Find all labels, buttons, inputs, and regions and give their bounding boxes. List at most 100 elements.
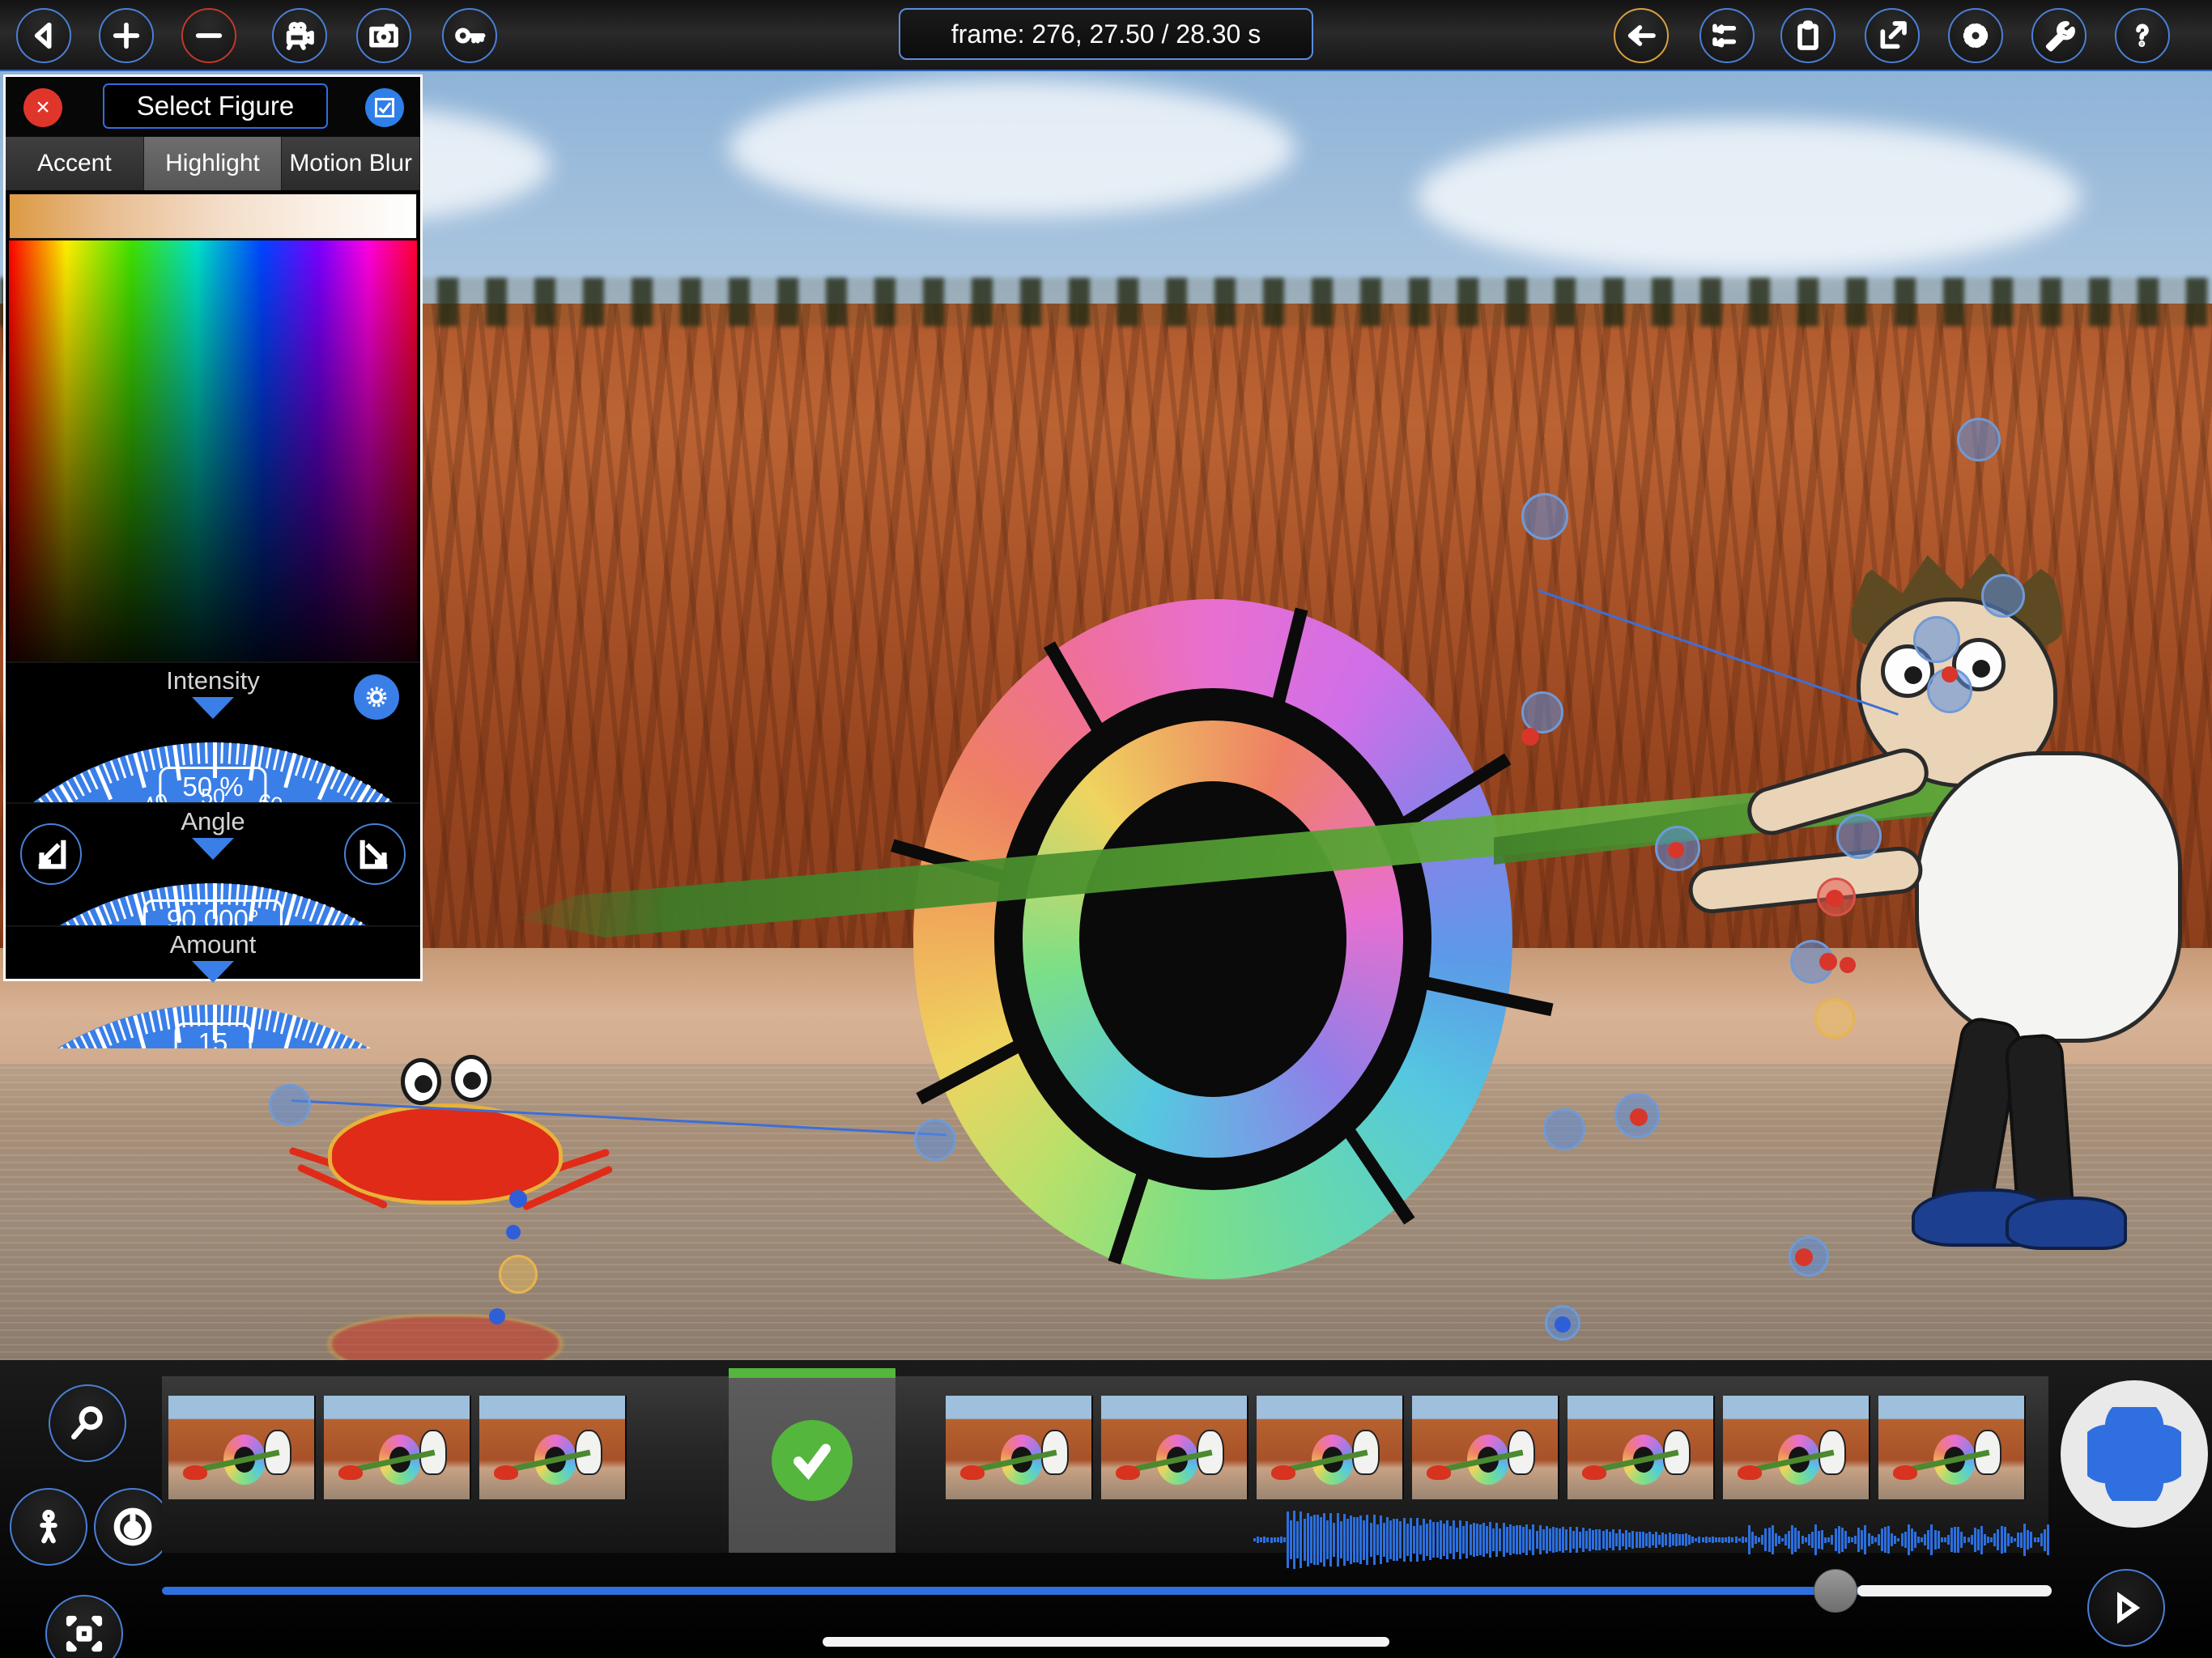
rig-node[interactable]: [1521, 493, 1568, 540]
waveform-bar: [1445, 1520, 1448, 1560]
waveform-bar: [1976, 1529, 1980, 1550]
rig-handle[interactable]: [1630, 1108, 1648, 1126]
amount-value[interactable]: 15: [174, 1022, 252, 1048]
seek-bar-handle[interactable]: [1814, 1569, 1857, 1613]
timeline-thumbnail[interactable]: [1101, 1396, 1249, 1499]
frame-counter[interactable]: frame: 276, 27.50 / 28.30 s: [899, 8, 1313, 60]
waveform-bar: [2043, 1528, 2046, 1551]
intensity-options-button[interactable]: [354, 674, 399, 720]
zoom-tool-button[interactable]: [49, 1384, 126, 1462]
timeline-thumbnail[interactable]: [1568, 1396, 1715, 1499]
timeline-thumbnail[interactable]: [946, 1396, 1093, 1499]
figure-tool-button[interactable]: [10, 1488, 87, 1566]
photo-camera-button[interactable]: [356, 8, 411, 63]
seek-bar[interactable]: [162, 1587, 2048, 1595]
undo-button[interactable]: [1614, 8, 1669, 63]
rig-handle[interactable]: [1795, 1248, 1813, 1266]
settings-button[interactable]: [1948, 8, 2003, 63]
confirm-panel-button[interactable]: [365, 88, 404, 127]
remove-frame-button[interactable]: [181, 8, 236, 63]
tab-motion-blur[interactable]: Motion Blur: [282, 137, 421, 190]
rig-handle[interactable]: [489, 1308, 505, 1324]
timeline-thumbnail[interactable]: [1412, 1396, 1559, 1499]
angle-snap-right-button[interactable]: [344, 823, 406, 885]
resize-tool-button[interactable]: [45, 1595, 123, 1658]
rig-node[interactable]: [1521, 691, 1563, 733]
rig-handle[interactable]: [1942, 666, 1958, 682]
wrench-icon: [2045, 20, 2075, 52]
tab-highlight[interactable]: Highlight: [143, 137, 283, 190]
rig-node[interactable]: [1981, 574, 2025, 618]
waveform-bar: [1306, 1512, 1309, 1567]
waveform-bar: [1721, 1537, 1725, 1543]
rig-node[interactable]: [499, 1255, 538, 1294]
timeline-thumbnail[interactable]: [168, 1396, 316, 1499]
rig-handle[interactable]: [509, 1190, 527, 1208]
rig-node[interactable]: [914, 1119, 956, 1161]
waveform-bar: [1572, 1531, 1575, 1549]
rig-handle[interactable]: [1826, 890, 1844, 908]
rig-node[interactable]: [1913, 616, 1960, 663]
waveform-bar: [1462, 1526, 1465, 1554]
waveform-bar: [1864, 1525, 1867, 1554]
movie-camera-button[interactable]: [272, 8, 327, 63]
audio-waveform[interactable]: [1253, 1507, 2049, 1572]
clipboard-button[interactable]: [1780, 8, 1836, 63]
waveform-bar: [1423, 1518, 1426, 1562]
tools-button[interactable]: [2031, 8, 2087, 63]
angle-value[interactable]: 90.000°: [143, 899, 283, 925]
play-button[interactable]: [2087, 1569, 2165, 1647]
close-panel-button[interactable]: ×: [23, 88, 62, 127]
waveform-bar: [1312, 1515, 1316, 1565]
volume-mix-button[interactable]: [1699, 8, 1755, 63]
character-figure[interactable]: [1686, 549, 2182, 1358]
top-toolbar: frame: 276, 27.50 / 28.30 s: [0, 0, 2212, 71]
rig-handle[interactable]: [1668, 842, 1684, 858]
crab-figure[interactable]: [279, 1039, 636, 1241]
waveform-bar: [1402, 1518, 1406, 1562]
add-button[interactable]: [2061, 1380, 2208, 1528]
rig-node[interactable]: [1543, 1108, 1585, 1150]
waveform-bar: [1648, 1531, 1651, 1549]
rig-handle[interactable]: [1840, 957, 1856, 973]
waveform-bar: [1482, 1522, 1485, 1558]
rig-handle[interactable]: [1555, 1316, 1571, 1333]
knob-dial-icon: [113, 1507, 152, 1546]
waveform-bar: [1625, 1530, 1628, 1550]
rig-handle[interactable]: [1819, 953, 1837, 971]
timeline-thumbnail[interactable]: [1723, 1396, 1870, 1499]
add-frame-button[interactable]: [99, 8, 154, 63]
keyframe-button[interactable]: [442, 8, 497, 63]
timeline-thumbnail[interactable]: [1257, 1396, 1404, 1499]
rig-node[interactable]: [1957, 418, 2001, 461]
question-mark-icon: [2136, 23, 2149, 47]
rig-node[interactable]: [1814, 998, 1855, 1039]
waveform-bar: [2020, 1532, 2023, 1548]
angle-snap-left-button[interactable]: [20, 823, 82, 885]
triangle-left-icon: [34, 22, 52, 49]
rig-handle[interactable]: [1521, 728, 1539, 746]
color-preview-bar[interactable]: [9, 193, 417, 239]
export-button[interactable]: [1865, 8, 1920, 63]
waveform-bar: [1797, 1531, 1801, 1549]
waveform-bar: [1602, 1530, 1605, 1550]
timeline-thumbnail[interactable]: [1878, 1396, 2026, 1499]
panel-title[interactable]: Select Figure: [103, 83, 328, 129]
timeline-thumbnail[interactable]: [324, 1396, 471, 1499]
tab-accent[interactable]: Accent: [6, 137, 144, 190]
play-back-button[interactable]: [16, 8, 71, 63]
intensity-value[interactable]: 50 %: [159, 767, 267, 802]
color-wheel-prop[interactable]: [891, 599, 1554, 1279]
rig-handle[interactable]: [506, 1225, 521, 1239]
waveform-bar: [1674, 1533, 1678, 1546]
frame-confirmed-badge[interactable]: [772, 1420, 853, 1501]
color-picker-field[interactable]: [9, 240, 417, 661]
help-button[interactable]: [2115, 8, 2170, 63]
waveform-bar: [1266, 1537, 1270, 1543]
knob-tool-button[interactable]: [94, 1488, 172, 1566]
rig-node[interactable]: [269, 1084, 311, 1126]
current-frame-slot[interactable]: [729, 1368, 895, 1553]
timeline-thumbnail[interactable]: [479, 1396, 627, 1499]
waveform-bar: [1834, 1528, 1837, 1551]
rig-node[interactable]: [1836, 814, 1882, 859]
